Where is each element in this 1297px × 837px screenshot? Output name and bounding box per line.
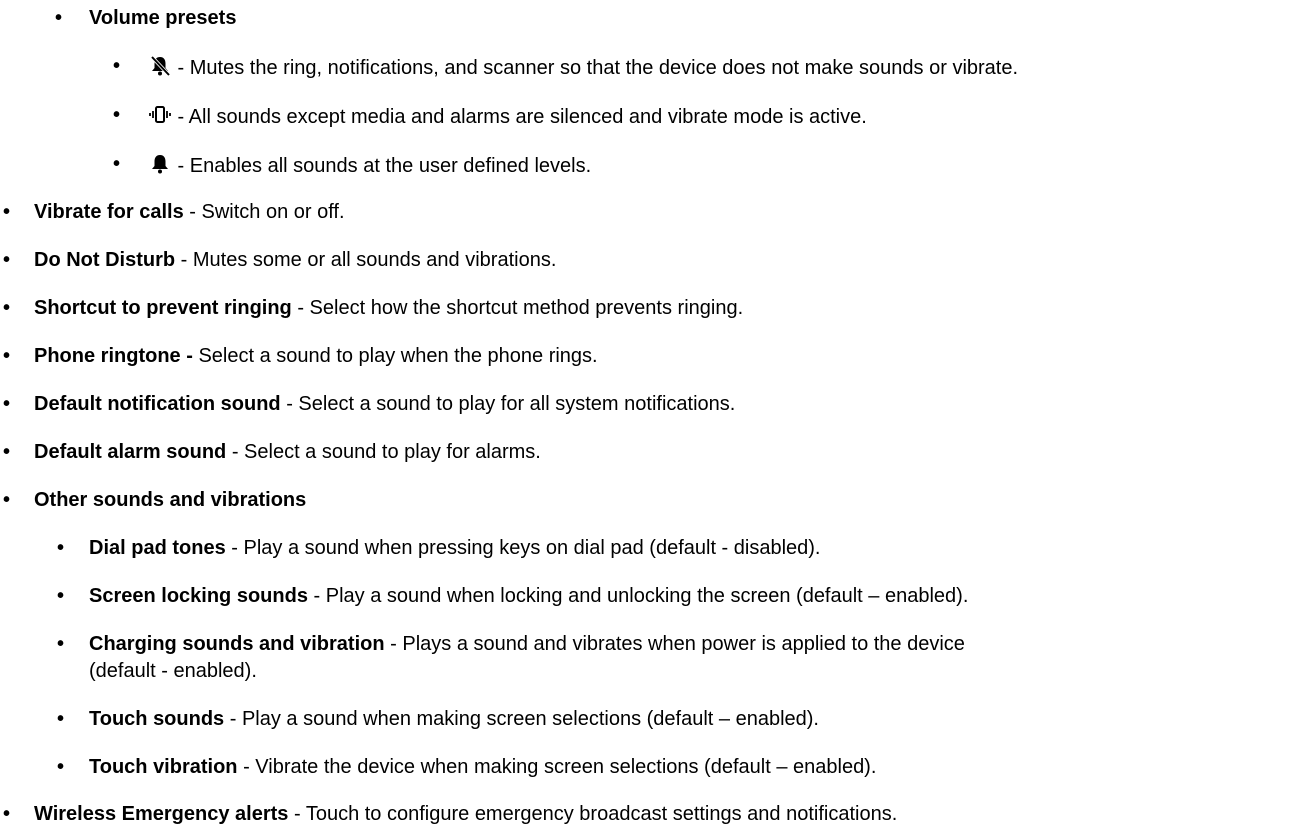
mute-bell-icon: [148, 55, 172, 77]
bullet: •: [113, 104, 121, 126]
bullet: •: [113, 153, 121, 175]
item-term: Vibrate for calls: [34, 201, 184, 223]
bullet: •: [57, 708, 65, 730]
item-term: Touch vibration: [89, 756, 238, 778]
item-desc: - Vibrate the device when making screen …: [237, 756, 877, 778]
item-desc: - Play a sound when making screen select…: [224, 708, 819, 730]
bullet: •: [57, 756, 65, 778]
item-term: Phone ringtone -: [34, 345, 193, 367]
item-desc-continued: (default - enabled).: [89, 660, 257, 682]
bullet: •: [57, 585, 65, 607]
bullet: •: [3, 249, 11, 271]
other-sounds-heading: Other sounds and vibrations: [34, 489, 307, 511]
item-desc: - Touch to configure emergency broadcast…: [288, 803, 898, 825]
bullet: •: [57, 633, 65, 655]
item-desc: - Plays a sound and vibrates when power …: [384, 633, 965, 655]
bell-icon: [148, 153, 172, 175]
item-desc: - Mutes some or all sounds and vibration…: [175, 249, 557, 271]
item-desc: - Select a sound to play for all system …: [280, 393, 736, 415]
item-desc: - Switch on or off.: [183, 201, 345, 223]
preset-desc: - All sounds except media and alarms are…: [172, 106, 867, 128]
item-term: Shortcut to prevent ringing: [34, 297, 292, 319]
item-term: Default notification sound: [34, 393, 281, 415]
bullet: •: [3, 297, 11, 319]
bullet: •: [3, 393, 11, 415]
item-desc: - Select how the shortcut method prevent…: [291, 297, 744, 319]
item-term: Dial pad tones: [89, 537, 226, 559]
preset-desc: - Enables all sounds at the user defined…: [172, 155, 592, 177]
item-term: Do Not Disturb: [34, 249, 176, 271]
item-desc: - Play a sound when pressing keys on dia…: [225, 537, 821, 559]
bullet: •: [57, 537, 65, 559]
item-term: Screen locking sounds: [89, 585, 308, 607]
bullet: •: [3, 803, 11, 825]
bullet: •: [3, 201, 11, 223]
item-term: Charging sounds and vibration: [89, 633, 385, 655]
vibrate-icon: [148, 104, 172, 126]
preset-desc: - Mutes the ring, notifications, and sca…: [172, 57, 1019, 79]
bullet: •: [3, 345, 11, 367]
bullet: •: [3, 489, 11, 511]
item-term: Wireless Emergency alerts: [34, 803, 289, 825]
item-term: Default alarm sound: [34, 441, 227, 463]
bullet: •: [3, 441, 11, 463]
item-desc: Select a sound to play when the phone ri…: [192, 345, 598, 367]
volume-presets-heading: Volume presets: [89, 7, 237, 29]
item-desc: - Select a sound to play for alarms.: [226, 441, 541, 463]
bullet: •: [55, 7, 63, 29]
item-term: Touch sounds: [89, 708, 225, 730]
bullet: •: [113, 55, 121, 77]
item-desc: - Play a sound when locking and unlockin…: [307, 585, 969, 607]
